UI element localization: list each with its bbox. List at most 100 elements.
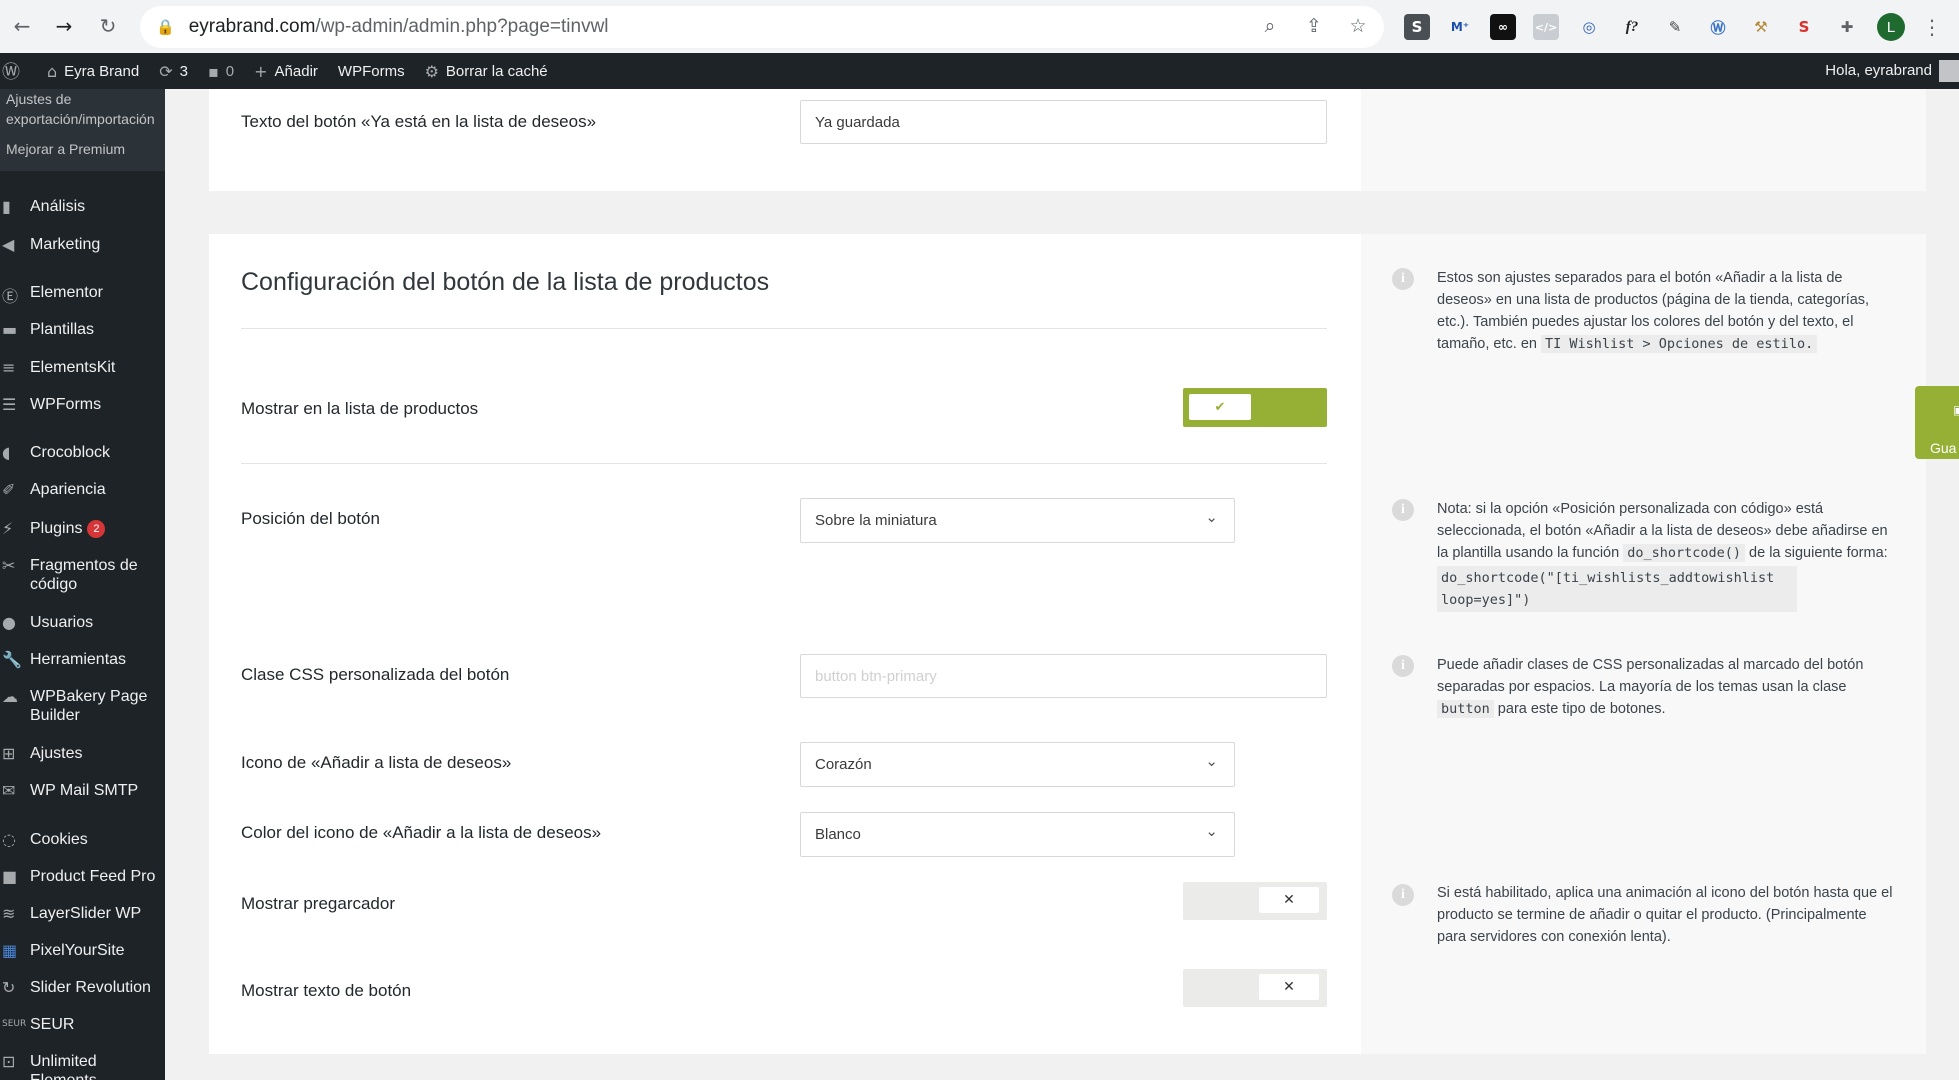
icon-color-label: Color del icono de «Añadir a la lista de… — [241, 823, 602, 842]
sidebar-item-marketing[interactable]: ◀ Marketing — [0, 235, 165, 254]
sidebar-item-wpbakery[interactable]: ☁ WPBakery Page Builder — [0, 687, 165, 725]
admin-bar-add-new[interactable]: + Añadir — [254, 62, 318, 81]
save-icon: ▣ — [1953, 403, 1959, 417]
puzzle-icon[interactable]: ✚ — [1834, 14, 1860, 40]
info-icon: i — [1392, 655, 1414, 677]
button-text-label: Mostrar texto de botón — [241, 981, 412, 1000]
extensions-bar: S M⁺ ∞ </> ◎ f? ✎ Ⓦ ⚒ S ✚ L ⋮ — [1404, 13, 1942, 41]
pixel-icon: ▦ — [2, 941, 18, 960]
zoom-icon[interactable]: ⌕ — [1258, 15, 1282, 37]
extension-oo-icon[interactable]: ∞ — [1490, 14, 1516, 40]
info-icon: i — [1392, 268, 1414, 290]
sidebar-item-seur[interactable]: SEUR SEUR — [0, 1015, 165, 1034]
admin-bar-clear-cache[interactable]: ⚙ Borrar la caché — [425, 62, 548, 81]
save-button[interactable]: ▣ Gua — [1915, 386, 1959, 459]
submenu-export-settings[interactable]: Ajustes de exportación/importación — [6, 89, 156, 129]
button-position-label: Posición del botón — [241, 509, 380, 528]
already-in-wishlist-label: Texto del botón «Ya está en la lista de … — [241, 112, 597, 131]
revolution-icon: ↻ — [2, 978, 16, 997]
css-note-text: Puede añadir clases de CSS personalizada… — [1437, 657, 1864, 718]
url-text: eyrabrand.com/wp-admin/admin.php?page=ti… — [188, 16, 609, 37]
sidebar-item-crocoblock[interactable]: ◖ Crocoblock — [0, 443, 165, 462]
sidebar-item-wp-mail-smtp[interactable]: ✉ WP Mail SMTP — [0, 781, 165, 800]
icon-label: Icono de «Añadir a lista de deseos» — [241, 753, 512, 772]
share-icon[interactable]: ⇪ — [1302, 15, 1326, 37]
star-icon[interactable]: ☆ — [1346, 15, 1370, 37]
submenu-premium[interactable]: Mejorar a Premium — [6, 139, 159, 159]
wordpress-logo-icon[interactable]: Ⓦ — [2, 58, 27, 84]
sidebar-item-unlimited[interactable]: ⊡Unlimited Elements — [0, 1052, 165, 1080]
extension-eyedropper-icon[interactable]: ✎ — [1662, 14, 1688, 40]
sidebar-item-analisis[interactable]: ▮ Análisis — [0, 197, 165, 216]
css-class-label: Clase CSS personalizada del botón — [241, 665, 510, 684]
unlimited-icon: ⊡ — [2, 1052, 16, 1071]
position-note-text: Nota: si la opción «Posición personaliza… — [1437, 498, 1897, 612]
already-in-wishlist-input[interactable]: Ya guardada — [800, 100, 1327, 144]
plus-icon: + — [254, 61, 268, 81]
section-title: Configuración del botón de la lista de p… — [241, 268, 770, 296]
cookie-icon: ◌ — [2, 830, 16, 849]
admin-bar-updates[interactable]: ⟳ 3 — [159, 62, 188, 81]
sidebar-item-usuarios[interactable]: ● Usuarios — [0, 613, 165, 632]
updates-icon: ⟳ — [159, 61, 173, 81]
admin-bar-site[interactable]: ⌂ Eyra Brand — [47, 62, 139, 81]
icon-select[interactable]: Corazón ⌄ — [800, 742, 1235, 787]
top-info-panel — [1361, 89, 1926, 191]
avatar[interactable] — [1939, 60, 1959, 82]
close-icon: ✕ — [1259, 974, 1319, 1000]
paintbrush-icon: ✐ — [2, 480, 16, 499]
sidebar-item-pixelyoursite[interactable]: ▦ PixelYourSite — [0, 941, 165, 960]
preloader-toggle[interactable]: ✕ — [1183, 882, 1327, 920]
sidebar-item-slider-revolution[interactable]: ↻ Slider Revolution — [0, 978, 165, 997]
users-icon: ● — [2, 613, 16, 632]
reload-icon[interactable]: ↻ — [96, 14, 120, 38]
extension-code-icon[interactable]: </> — [1533, 14, 1559, 40]
cache-icon: ⚙ — [424, 61, 439, 81]
show-in-list-label: Mostrar en la lista de productos — [241, 399, 479, 418]
comment-icon: ▪ — [207, 61, 219, 81]
settings-icon: ⊞ — [2, 744, 16, 763]
lock-icon: 🔒 — [156, 18, 175, 36]
sidebar-item-fragmentos[interactable]: ✂ Fragmentos de código — [0, 556, 165, 594]
arrow-right-icon[interactable]: → — [52, 14, 76, 38]
sidebar-item-plugins[interactable]: ⚡ Plugins 2 — [0, 519, 165, 538]
admin-bar-wpforms[interactable]: WPForms — [338, 63, 405, 80]
extension-m-icon[interactable]: M⁺ — [1447, 14, 1473, 40]
css-class-input[interactable]: button btn-primary — [800, 654, 1327, 698]
extension-s-icon[interactable]: S — [1404, 14, 1430, 40]
sidebar-item-elementor[interactable]: Ⓔ Elementor — [0, 283, 165, 307]
sidebar-item-herramientas[interactable]: 🔧 Herramientas — [0, 650, 165, 669]
extension-red-s-icon[interactable]: S — [1791, 14, 1817, 40]
button-text-toggle[interactable]: ✕ — [1183, 969, 1327, 1007]
sidebar-item-apariencia[interactable]: ✐ Apariencia — [0, 480, 165, 499]
wpbakery-icon: ☁ — [2, 687, 18, 706]
icon-color-select[interactable]: Blanco ⌄ — [800, 812, 1235, 857]
sidebar-item-product-feed-pro[interactable]: ■ Product Feed Pro — [0, 867, 165, 886]
extension-fx-icon[interactable]: f? — [1619, 14, 1645, 40]
profile-avatar[interactable]: L — [1877, 13, 1905, 41]
chevron-down-icon: ⌄ — [1205, 822, 1218, 840]
preloader-label: Mostrar pregarcador — [241, 894, 396, 913]
menu-kebab-icon[interactable]: ⋮ — [1922, 15, 1942, 39]
sidebar-item-cookies[interactable]: ◌ Cookies — [0, 830, 165, 849]
arrow-left-icon[interactable]: ← — [10, 14, 34, 38]
show-in-list-toggle[interactable]: ✔ — [1183, 388, 1327, 427]
elementor-icon: Ⓔ — [2, 287, 19, 306]
admin-sidebar: Ajustes de exportación/importación Mejor… — [0, 89, 165, 1080]
sidebar-item-elementskit[interactable]: ≡ ElementsKit — [0, 358, 165, 377]
seur-icon: SEUR — [2, 1019, 27, 1029]
sidebar-item-plantillas[interactable]: ▬ Plantillas — [0, 320, 165, 339]
admin-bar-comments[interactable]: ▪ 0 — [208, 62, 234, 81]
address-bar[interactable]: 🔒 eyrabrand.com/wp-admin/admin.php?page=… — [140, 6, 1384, 48]
chevron-down-icon: ⌄ — [1205, 508, 1218, 526]
admin-bar-greeting[interactable]: Hola, eyrabrand — [1825, 62, 1932, 79]
extension-wordpress-icon[interactable]: Ⓦ — [1705, 14, 1731, 40]
sidebar-item-ajustes[interactable]: ⊞ Ajustes — [0, 744, 165, 763]
layers-icon: ≋ — [2, 904, 16, 923]
sidebar-item-wpforms[interactable]: ☰ WPForms — [0, 395, 165, 414]
sidebar-item-layerslider[interactable]: ≋ LayerSlider WP — [0, 904, 165, 923]
button-position-select[interactable]: Sobre la miniatura ⌄ — [800, 498, 1235, 543]
extension-hammer-icon[interactable]: ⚒ — [1748, 14, 1774, 40]
extension-circle-icon[interactable]: ◎ — [1576, 14, 1602, 40]
wrench-icon: 🔧 — [2, 650, 22, 669]
